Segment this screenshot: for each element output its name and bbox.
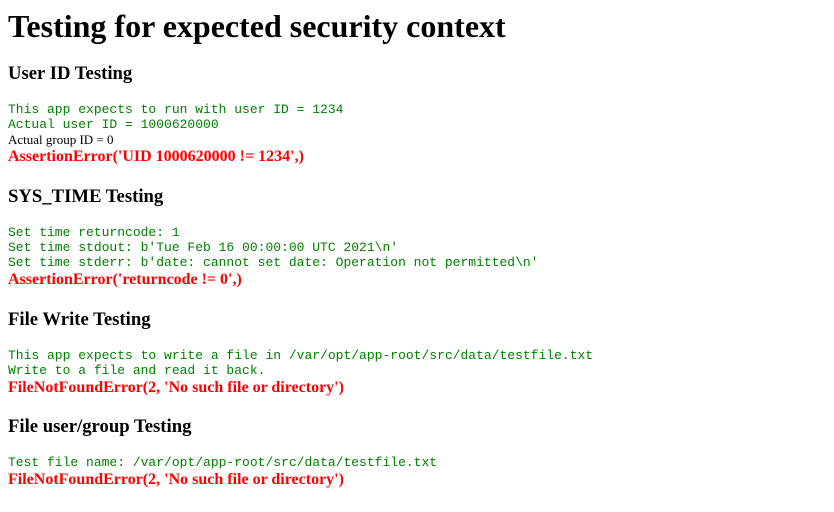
page: Testing for expected security context Us…: [0, 0, 834, 489]
file-write-section: File Write Testing This app expects to w…: [8, 309, 826, 397]
error-message: FileNotFoundError(2, 'No such file or di…: [8, 471, 344, 488]
output-line: Write to a file and read it back.: [8, 363, 266, 378]
output-line: Set time returncode: 1: [8, 225, 180, 240]
sys-time-section: SYS_TIME Testing Set time returncode: 1 …: [8, 186, 826, 289]
file-user-group-heading: File user/group Testing: [8, 416, 192, 437]
user-id-section: User ID Testing This app expects to run …: [8, 63, 826, 166]
error-message: FileNotFoundError(2, 'No such file or di…: [8, 379, 344, 396]
error-message: AssertionError('returncode != 0',): [8, 271, 242, 288]
error-message: AssertionError('UID 1000620000 != 1234',…: [8, 148, 304, 165]
output-line: Set time stderr: b'date: cannot set date…: [8, 255, 539, 270]
page-title: Testing for expected security context: [8, 8, 506, 44]
output-line: Test file name: /var/opt/app-root/src/da…: [8, 455, 438, 470]
file-user-group-section: File user/group Testing Test file name: …: [8, 416, 826, 489]
output-line: Actual user ID = 1000620000: [8, 117, 219, 132]
user-id-heading: User ID Testing: [8, 63, 133, 84]
sys-time-heading: SYS_TIME Testing: [8, 186, 164, 207]
file-write-heading: File Write Testing: [8, 309, 151, 330]
output-line: Set time stdout: b'Tue Feb 16 00:00:00 U…: [8, 240, 399, 255]
output-line: This app expects to write a file in /var…: [8, 348, 594, 363]
output-line: This app expects to run with user ID = 1…: [8, 102, 344, 117]
group-id-line: Actual group ID = 0: [8, 132, 114, 147]
